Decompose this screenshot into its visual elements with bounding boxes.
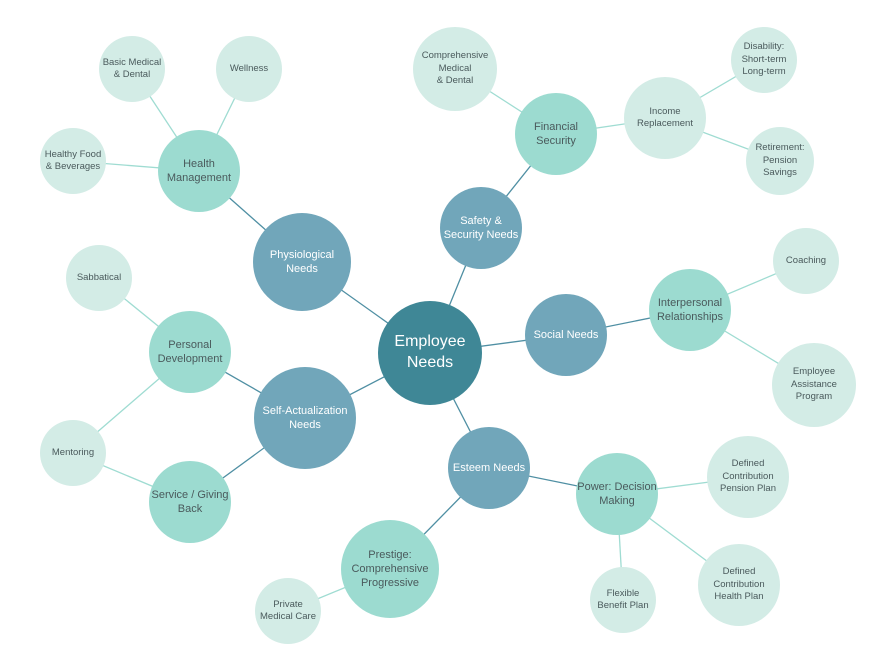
subcategory-node-label: Interpersonal Relationships [656, 296, 724, 323]
category-node-label: Esteem Needs [452, 461, 526, 474]
leaf-node-label: Wellness [229, 62, 269, 74]
node-flexible[interactable]: Flexible Benefit Plan [590, 567, 656, 633]
leaf-node-label: Flexible Benefit Plan [597, 587, 649, 611]
leaf-node-label: Employee Assistance Program [791, 366, 837, 403]
node-income[interactable]: Income Replacement [624, 77, 706, 159]
node-food[interactable]: Healthy Food & Beverages [40, 128, 106, 194]
category-node-label: Social Needs [533, 328, 599, 341]
node-dc-health[interactable]: Defined Contribution Health Plan [698, 544, 780, 626]
leaf-node-label: Defined Contribution Pension Plan [720, 458, 776, 495]
node-disability[interactable]: Disability: Short-term Long-term [731, 27, 797, 93]
node-retirement[interactable]: Retirement: Pension Savings [746, 127, 814, 195]
subcategory-node-label: Service / Giving Back [151, 488, 229, 515]
leaf-node-label: Defined Contribution Health Plan [713, 566, 765, 603]
leaf-node-label: Disability: Short-term Long-term [741, 41, 787, 78]
node-social[interactable]: Social Needs [525, 294, 607, 376]
node-financial[interactable]: Financial Security [515, 93, 597, 175]
node-root[interactable]: Employee Needs [378, 301, 482, 405]
node-health[interactable]: Health Management [158, 130, 240, 212]
root-node-label: Employee Needs [394, 333, 466, 371]
subcategory-node-label: Health Management [166, 157, 232, 184]
node-eap[interactable]: Employee Assistance Program [772, 343, 856, 427]
node-sabbatical[interactable]: Sabbatical [66, 245, 132, 311]
node-self[interactable]: Self-Actualization Needs [254, 367, 356, 469]
node-dc-pension[interactable]: Defined Contribution Pension Plan [707, 436, 789, 518]
node-coaching[interactable]: Coaching [773, 228, 839, 294]
category-node-label: Physiological Needs [269, 248, 335, 275]
node-comp-med[interactable]: Comprehensive Medical & Dental [413, 27, 497, 111]
leaf-node-label: Income Replacement [637, 105, 693, 129]
node-mentoring[interactable]: Mentoring [40, 420, 106, 486]
category-node-label: Safety & Security Needs [443, 214, 519, 241]
leaf-node-label: Sabbatical [76, 271, 122, 283]
leaf-node-label: Healthy Food & Beverages [44, 148, 102, 172]
leaf-node-label: Retirement: Pension Savings [755, 142, 805, 179]
leaf-node-label: Coaching [785, 254, 827, 266]
node-wellness[interactable]: Wellness [216, 36, 282, 102]
node-esteem[interactable]: Esteem Needs [448, 427, 530, 509]
node-personal[interactable]: Personal Development [149, 311, 231, 393]
node-service[interactable]: Service / Giving Back [149, 461, 231, 543]
node-physiological[interactable]: Physiological Needs [253, 213, 351, 311]
node-basic-med[interactable]: Basic Medical & Dental [99, 36, 165, 102]
subcategory-node-label: Prestige: Comprehensive Progressive [351, 548, 429, 590]
leaf-node-label: Basic Medical & Dental [102, 56, 162, 80]
leaf-node-label: Private Medical Care [260, 598, 316, 622]
leaf-node-label: Mentoring [51, 446, 95, 458]
node-power[interactable]: Power: Decision Making [576, 453, 658, 535]
node-safety[interactable]: Safety & Security Needs [440, 187, 522, 269]
leaf-node-label: Comprehensive Medical & Dental [421, 50, 489, 87]
subcategory-node-label: Power: Decision Making [577, 480, 657, 507]
node-private-med[interactable]: Private Medical Care [255, 578, 321, 644]
node-interpersonal[interactable]: Interpersonal Relationships [649, 269, 731, 351]
node-prestige[interactable]: Prestige: Comprehensive Progressive [341, 520, 439, 618]
category-node-label: Self-Actualization Needs [262, 404, 348, 431]
subcategory-node-label: Personal Development [157, 338, 223, 365]
subcategory-node-label: Financial Security [533, 120, 579, 147]
